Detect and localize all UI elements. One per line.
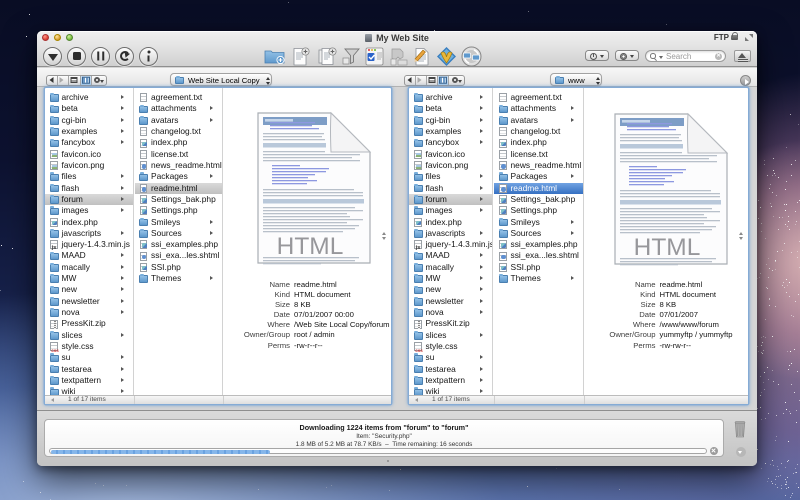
svg-text:HTML: HTML xyxy=(277,233,344,260)
svg-text:HTML: HTML xyxy=(634,234,701,261)
